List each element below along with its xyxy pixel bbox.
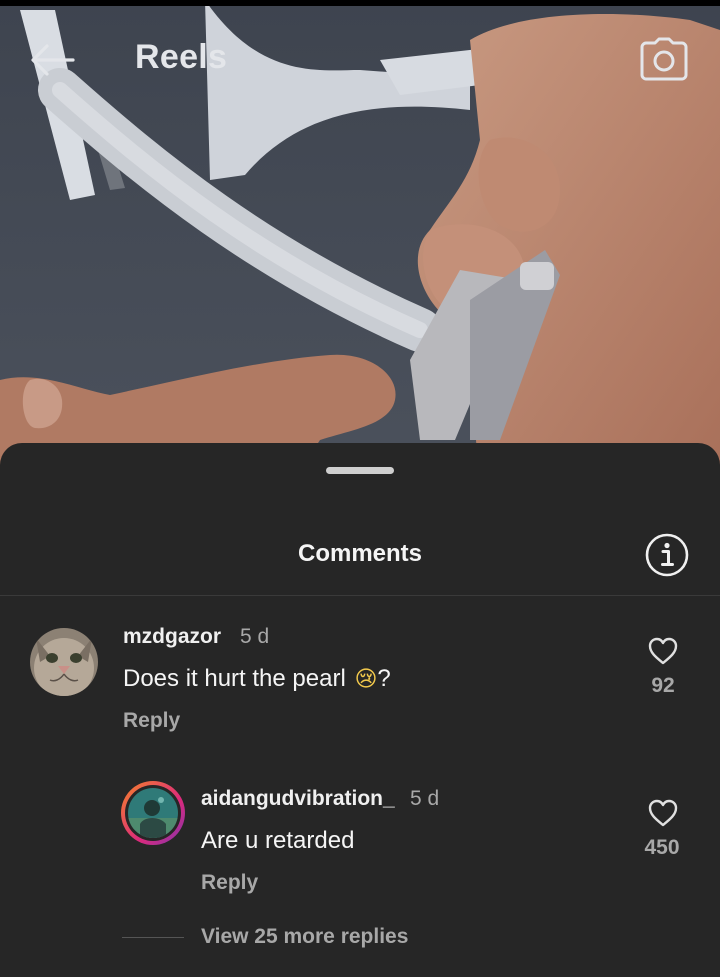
sheet-title: Comments	[297, 540, 423, 567]
reels-comments-screen: Reels Comments mzdgazor 5 d Does it hurt…	[0, 0, 720, 977]
reel-video[interactable]	[0, 0, 720, 470]
diver-avatar-icon	[128, 788, 178, 838]
reply-text: Are u retarded	[201, 827, 355, 854]
sheet-drag-handle[interactable]	[326, 467, 394, 474]
page-title: Reels	[135, 38, 228, 76]
comment-time: 5 d	[240, 625, 270, 648]
reel-video-frame	[0, 0, 720, 470]
heart-icon	[648, 637, 678, 665]
camera-button[interactable]	[636, 34, 692, 84]
reply-button[interactable]: Reply	[201, 871, 258, 895]
info-button[interactable]	[644, 532, 690, 578]
comment-username[interactable]: mzdgazor	[123, 625, 221, 649]
crying-face-emoji: 😢	[354, 666, 378, 692]
back-button[interactable]	[24, 36, 80, 84]
story-avatar[interactable]	[121, 781, 185, 845]
header-divider	[0, 595, 720, 596]
info-icon	[645, 533, 689, 577]
like-count: 450	[644, 836, 680, 859]
arrow-left-icon	[31, 44, 75, 76]
avatar[interactable]	[30, 628, 98, 696]
like-button[interactable]	[643, 633, 683, 669]
reply-username[interactable]: aidangudvibration_	[201, 787, 395, 811]
status-strip	[0, 0, 720, 6]
reply-time: 5 d	[410, 787, 440, 810]
comment-text-end: ?	[377, 665, 391, 692]
like-count: 92	[651, 674, 675, 697]
view-more-replies-button[interactable]: View 25 more replies	[201, 925, 408, 949]
cat-avatar-icon	[30, 628, 98, 696]
reply-button[interactable]: Reply	[123, 709, 180, 733]
comments-sheet: Comments mzdgazor 5 d Does it hurt the p…	[0, 443, 720, 977]
heart-icon	[648, 799, 678, 827]
comment-text: Does it hurt the pearl 😢 ?	[123, 665, 391, 693]
comment-text-main: Does it hurt the pearl	[123, 665, 353, 692]
like-button[interactable]	[643, 795, 683, 831]
camera-icon	[640, 37, 688, 81]
replies-thread-line	[122, 937, 184, 938]
